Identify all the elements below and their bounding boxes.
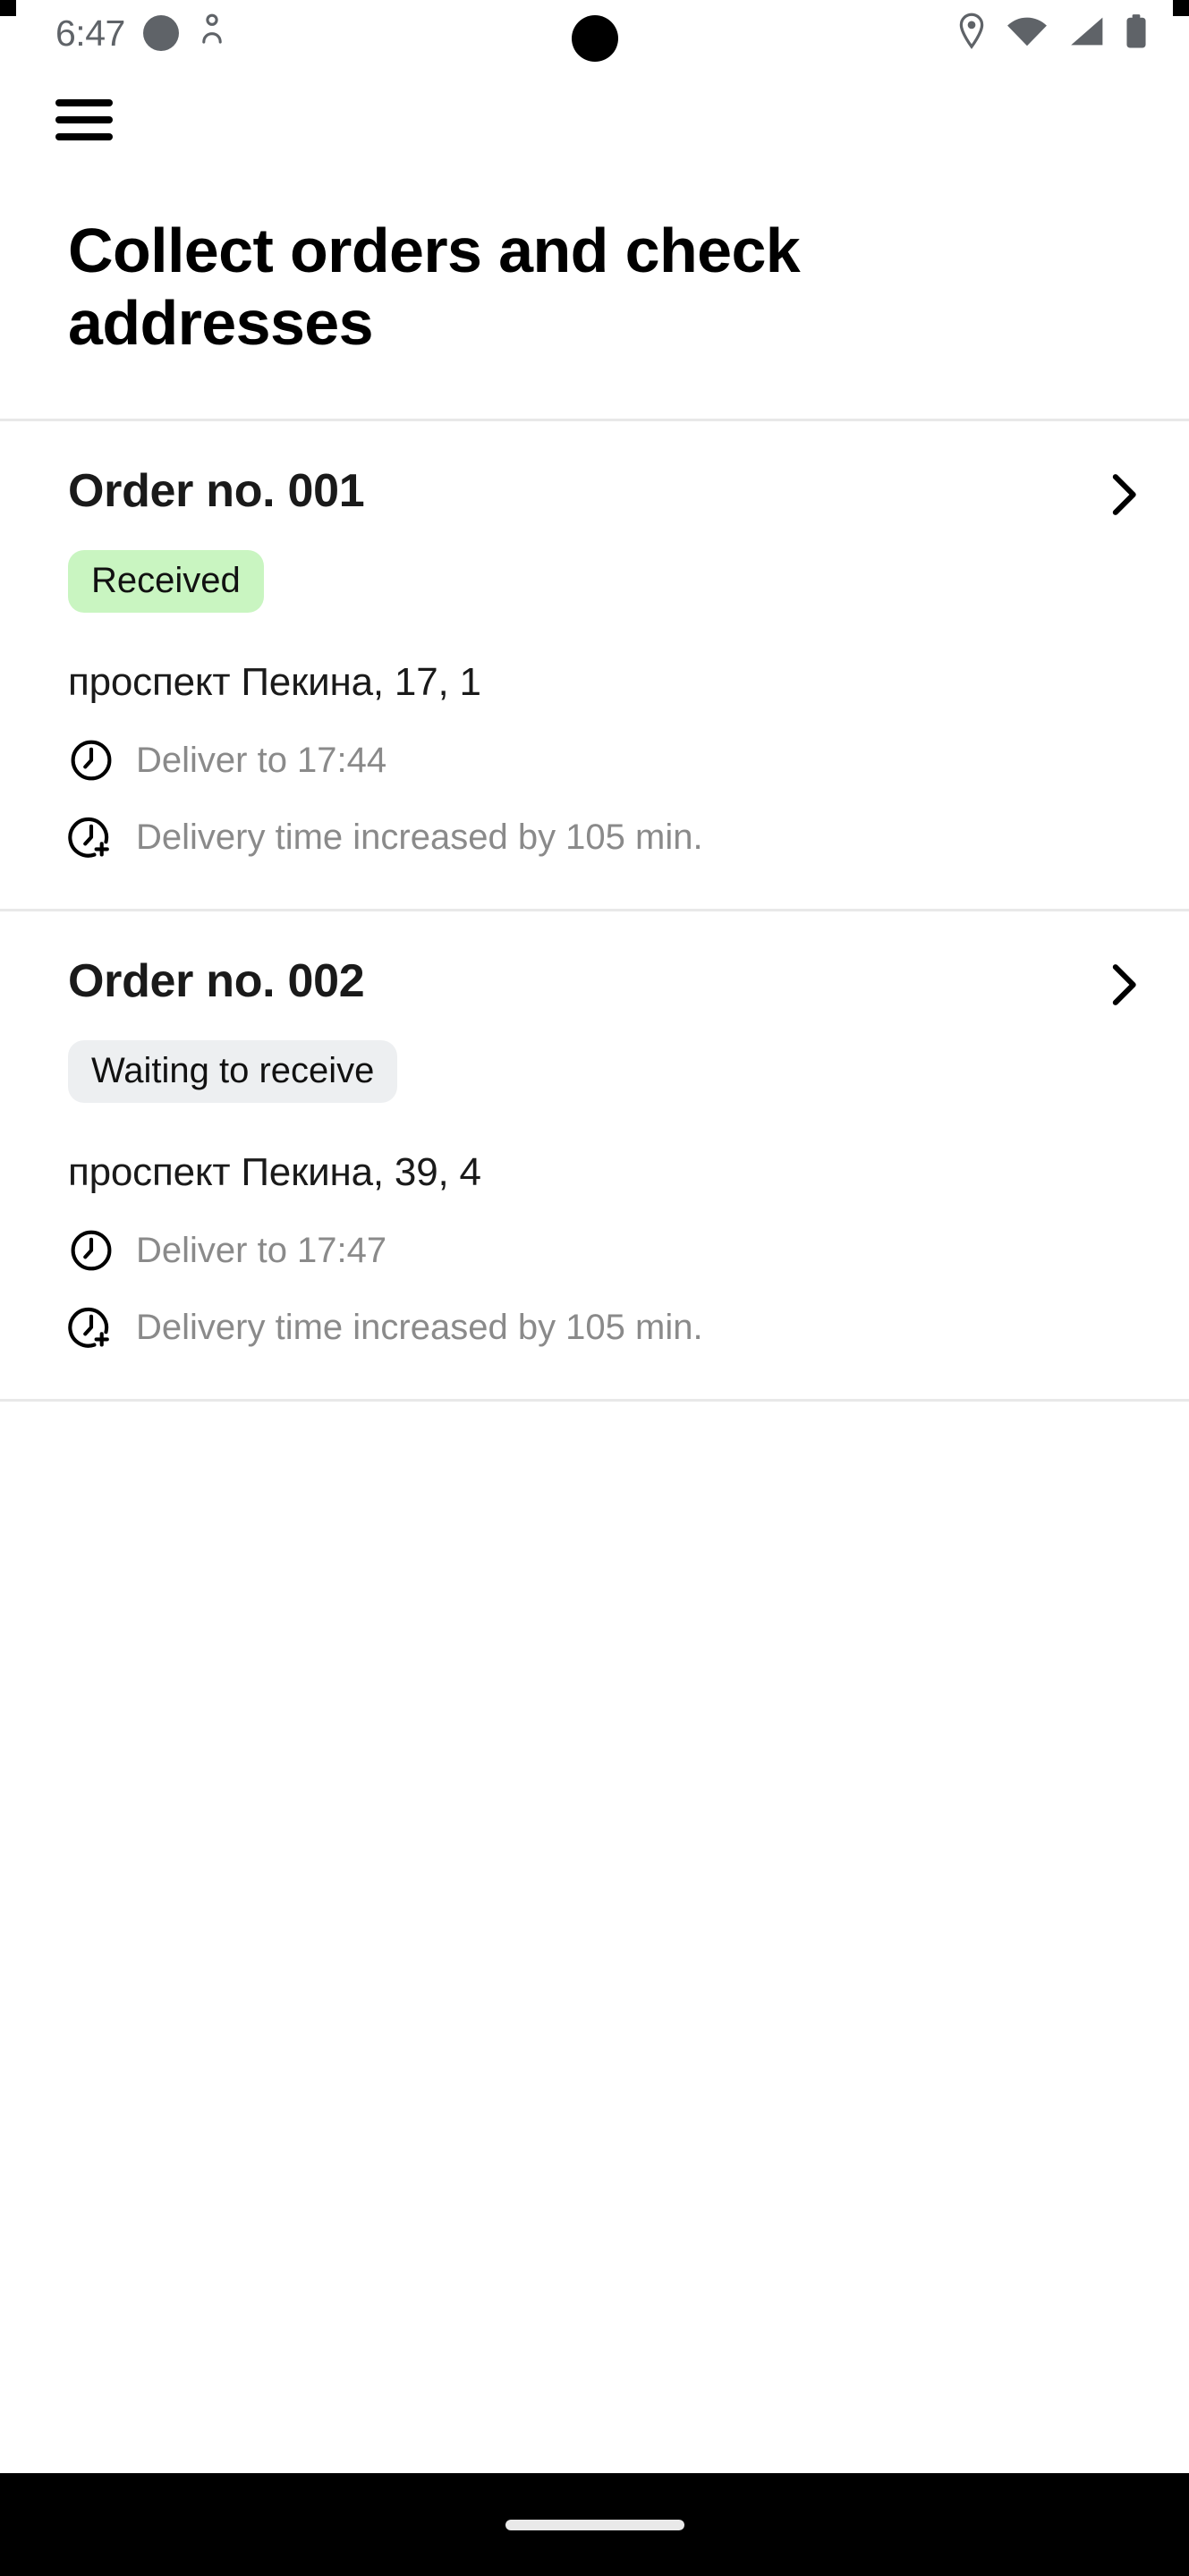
wifi-icon [1006,15,1048,52]
status-bar: 6:47 [0,0,1189,66]
status-bar-clock: 6:47 [55,12,125,54]
clock-plus-icon [68,1304,115,1351]
order-address: проспект Пекина, 17, 1 [68,660,481,705]
order-card[interactable]: Order no. 001 Received проспект Пекина, … [0,421,1189,909]
circle-indicator-icon [142,15,179,51]
hamburger-line [55,133,113,140]
status-badge: Waiting to receive [68,1040,398,1104]
delay-note-row: Delivery time increased by 105 min. [68,814,1148,860]
order-number: Order no. 001 [68,465,365,518]
battery-icon [1125,13,1148,54]
camera-punch-hole [571,15,618,62]
deliver-to-row: Deliver to 17:44 [68,737,1148,784]
status-bar-left: 6:47 [55,13,227,54]
clock-plus-icon [68,814,115,860]
system-navigation-bar [0,2473,1189,2576]
deliver-to-row: Deliver to 17:47 [68,1227,1148,1274]
chevron-right-icon[interactable] [1098,960,1148,1010]
clock-icon [68,737,115,784]
status-bar-right [956,13,1148,55]
order-card-header: Order no. 001 [68,466,1148,520]
order-card-header: Order no. 002 [68,955,1148,1010]
accessibility-icon [197,13,227,54]
deliver-to-text: Deliver to 17:44 [136,741,387,781]
order-card[interactable]: Order no. 002 Waiting to receive проспек… [0,911,1189,1399]
order-address: проспект Пекина, 39, 4 [68,1150,481,1195]
hamburger-line [55,116,113,123]
page-title: Collect orders and check addresses [68,216,801,359]
hamburger-menu-icon[interactable] [55,99,113,140]
order-number: Order no. 002 [68,955,365,1008]
screen-corner-top-right [1173,0,1189,16]
cellular-signal-icon [1067,15,1105,52]
location-pin-icon [956,13,987,55]
phone-screen: 6:47 Collect orders and check addresses … [0,0,1189,2576]
content-spacer [0,1401,1189,2473]
delay-note-text: Delivery time increased by 105 min. [136,818,703,858]
delay-note-row: Delivery time increased by 105 min. [68,1304,1148,1351]
screen-corner-top-left [0,0,16,16]
deliver-to-text: Deliver to 17:47 [136,1230,387,1270]
hamburger-line [55,99,113,106]
title-spacer [0,360,1189,419]
status-badge: Received [68,550,264,614]
clock-icon [68,1227,115,1274]
app-bar [0,66,1189,174]
chevron-right-icon[interactable] [1098,470,1148,520]
delay-note-text: Delivery time increased by 105 min. [136,1307,703,1347]
gesture-handle[interactable] [505,2519,684,2530]
